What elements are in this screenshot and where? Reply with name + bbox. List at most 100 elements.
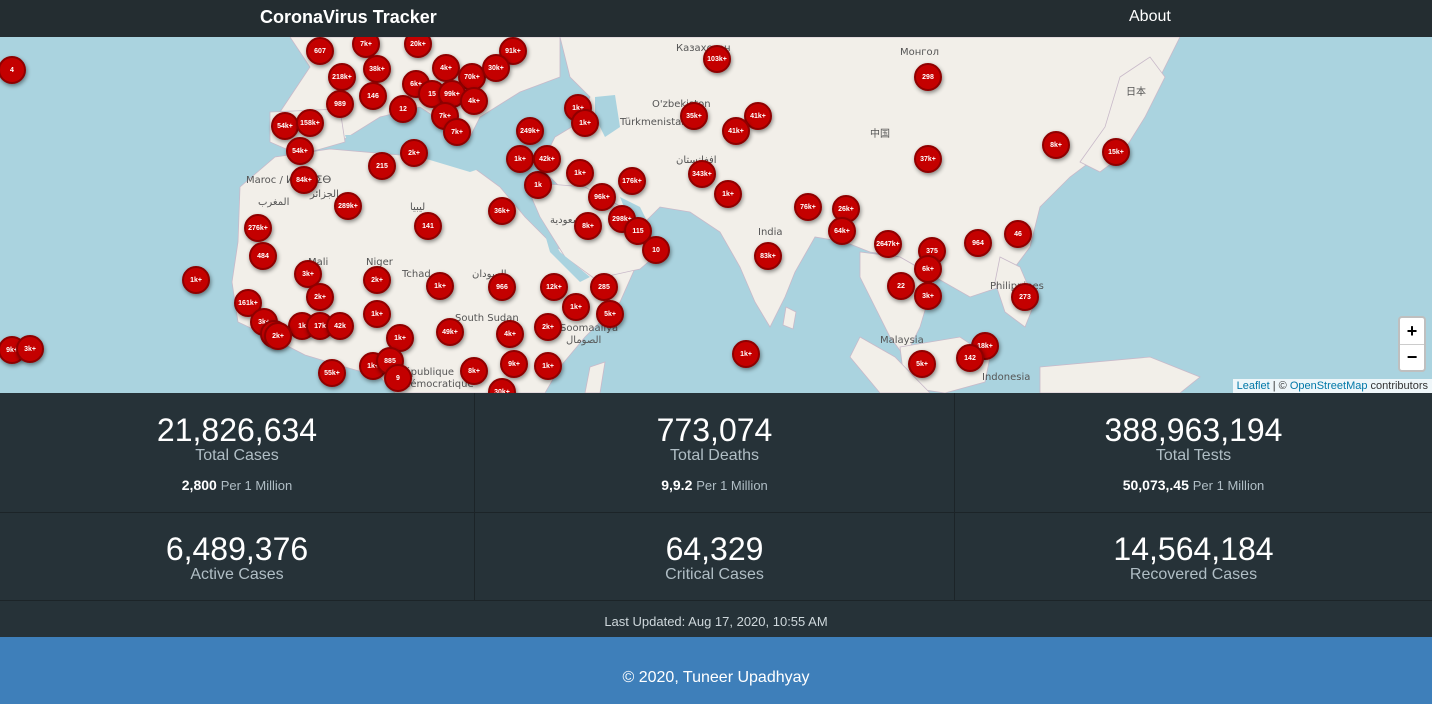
nav-about-link[interactable]: About	[1129, 8, 1171, 26]
country-case-marker[interactable]: 1k+	[732, 340, 760, 368]
country-case-marker[interactable]: 3k+	[914, 282, 942, 310]
active-cases-value: 6,489,376	[165, 531, 309, 567]
total-deaths-per-million: 9,9.2 Per 1 Million	[475, 477, 954, 493]
country-case-marker[interactable]: 49k+	[436, 318, 464, 346]
country-case-marker[interactable]: 1k+	[363, 300, 391, 328]
country-case-marker[interactable]: 484	[249, 242, 277, 270]
country-case-marker[interactable]: 276k+	[244, 214, 272, 242]
country-case-marker[interactable]: 1k+	[426, 272, 454, 300]
country-case-marker[interactable]: 176k+	[618, 167, 646, 195]
country-case-marker[interactable]: 12k+	[540, 273, 568, 301]
country-case-marker[interactable]: 2k+	[264, 322, 292, 350]
country-case-marker[interactable]: 35k+	[680, 102, 708, 130]
country-case-marker[interactable]: 5k+	[908, 350, 936, 378]
country-case-marker[interactable]: 607	[306, 37, 334, 65]
country-case-marker[interactable]: 2k+	[363, 266, 391, 294]
map-place-label: Tchad	[402, 269, 431, 280]
per-million-unit: Per 1 Million	[220, 478, 293, 493]
country-case-marker[interactable]: 96k+	[588, 183, 616, 211]
country-case-marker[interactable]: 1k+	[534, 352, 562, 380]
stat-active-cases: 6,489,376 Active Cases	[0, 532, 474, 584]
country-case-marker[interactable]: 64k+	[828, 217, 856, 245]
country-case-marker[interactable]: 1k	[524, 171, 552, 199]
country-case-marker[interactable]: 38k+	[363, 55, 391, 83]
country-case-marker[interactable]: 1k+	[182, 266, 210, 294]
country-case-marker[interactable]: 6k+	[914, 255, 942, 283]
zoom-out-button[interactable]: −	[1400, 344, 1424, 370]
stat-total-deaths: 773,074 Total Deaths 9,9.2 Per 1 Million	[475, 413, 954, 493]
map-place-label: المغرب	[258, 197, 290, 208]
country-case-marker[interactable]: 9k+	[500, 350, 528, 378]
country-case-marker[interactable]: 141	[414, 212, 442, 240]
country-case-marker[interactable]: 1k+	[566, 159, 594, 187]
map-place-label: 日本	[1126, 87, 1146, 98]
country-case-marker[interactable]: 1k+	[506, 145, 534, 173]
country-case-marker[interactable]: 249k+	[516, 117, 544, 145]
country-case-marker[interactable]: 1k+	[714, 180, 742, 208]
total-tests-label: Total Tests	[1155, 447, 1232, 464]
country-case-marker[interactable]: 41k+	[722, 117, 750, 145]
country-case-marker[interactable]: 30k+	[482, 54, 510, 82]
country-case-marker[interactable]: 7k+	[443, 118, 471, 146]
country-case-marker[interactable]: 15k+	[1102, 138, 1130, 166]
country-case-marker[interactable]: 76k+	[794, 193, 822, 221]
total-tests-value: 388,963,194	[1104, 412, 1283, 448]
country-case-marker[interactable]: 46	[1004, 220, 1032, 248]
country-case-marker[interactable]: 2647k+	[874, 230, 902, 258]
country-case-marker[interactable]: 54k+	[286, 137, 314, 165]
country-case-marker[interactable]: 10	[642, 236, 670, 264]
osm-link[interactable]: OpenStreetMap	[1290, 380, 1368, 392]
country-case-marker[interactable]: 4k+	[432, 54, 460, 82]
country-case-marker[interactable]: 146	[359, 82, 387, 110]
leaflet-link[interactable]: Leaflet	[1237, 380, 1270, 392]
country-case-marker[interactable]: 8k+	[574, 212, 602, 240]
world-map[interactable]: Казахстан Монгол O'zbekiston Türkmenistan 中国…	[0, 37, 1432, 393]
country-case-marker[interactable]: 964	[964, 229, 992, 257]
country-case-marker[interactable]: 285	[590, 273, 618, 301]
country-case-marker[interactable]: 989	[326, 90, 354, 118]
country-case-marker[interactable]: 3k+	[16, 335, 44, 363]
divider	[0, 512, 1432, 513]
country-case-marker[interactable]: 142	[956, 344, 984, 372]
zoom-in-button[interactable]: +	[1400, 318, 1424, 344]
country-case-marker[interactable]: 298	[914, 63, 942, 91]
stats-panel: 21,826,634 Total Cases 2,800 Per 1 Milli…	[0, 393, 1432, 601]
per-million-unit: Per 1 Million	[696, 478, 768, 493]
country-case-marker[interactable]: 54k+	[271, 112, 299, 140]
country-case-marker[interactable]: 8k+	[1042, 131, 1070, 159]
country-case-marker[interactable]: 215	[368, 152, 396, 180]
country-case-marker[interactable]: 2k+	[306, 283, 334, 311]
country-case-marker[interactable]: 273	[1011, 283, 1039, 311]
country-case-marker[interactable]: 22	[887, 272, 915, 300]
map-place-label: Монгол	[900, 47, 940, 58]
country-case-marker[interactable]: 1k+	[571, 109, 599, 137]
country-case-marker[interactable]: 83k+	[754, 242, 782, 270]
country-case-marker[interactable]: 9	[384, 364, 412, 392]
country-case-marker[interactable]: 55k+	[318, 359, 346, 387]
country-case-marker[interactable]: 5k+	[596, 300, 624, 328]
country-case-marker[interactable]: 218k+	[328, 63, 356, 91]
land-srilanka	[782, 306, 797, 330]
country-case-marker[interactable]: 4k+	[496, 320, 524, 348]
country-case-marker[interactable]: 36k+	[488, 197, 516, 225]
country-case-marker[interactable]: 42k	[326, 312, 354, 340]
country-case-marker[interactable]: 8k+	[460, 357, 488, 385]
country-case-marker[interactable]: 4k+	[460, 87, 488, 115]
country-case-marker[interactable]: 103k+	[703, 45, 731, 73]
country-case-marker[interactable]: 12	[389, 95, 417, 123]
country-case-marker[interactable]: 84k+	[290, 166, 318, 194]
country-case-marker[interactable]: 158k+	[296, 109, 324, 137]
total-deaths-value: 773,074	[656, 412, 773, 448]
country-case-marker[interactable]: 2k+	[534, 313, 562, 341]
country-case-marker[interactable]: 343k+	[688, 160, 716, 188]
country-case-marker[interactable]: 2k+	[400, 139, 428, 167]
country-case-marker[interactable]: 37k+	[914, 145, 942, 173]
stat-total-tests: 388,963,194 Total Tests 50,073,.45 Per 1…	[955, 413, 1432, 493]
country-case-marker[interactable]: 42k+	[533, 145, 561, 173]
country-case-marker[interactable]: 289k+	[334, 192, 362, 220]
country-case-marker[interactable]: 1k+	[562, 293, 590, 321]
divider	[0, 600, 1432, 601]
active-cases-label: Active Cases	[190, 566, 284, 583]
country-case-marker[interactable]: 966	[488, 273, 516, 301]
brand-title[interactable]: CoronaVirus Tracker	[260, 7, 437, 28]
